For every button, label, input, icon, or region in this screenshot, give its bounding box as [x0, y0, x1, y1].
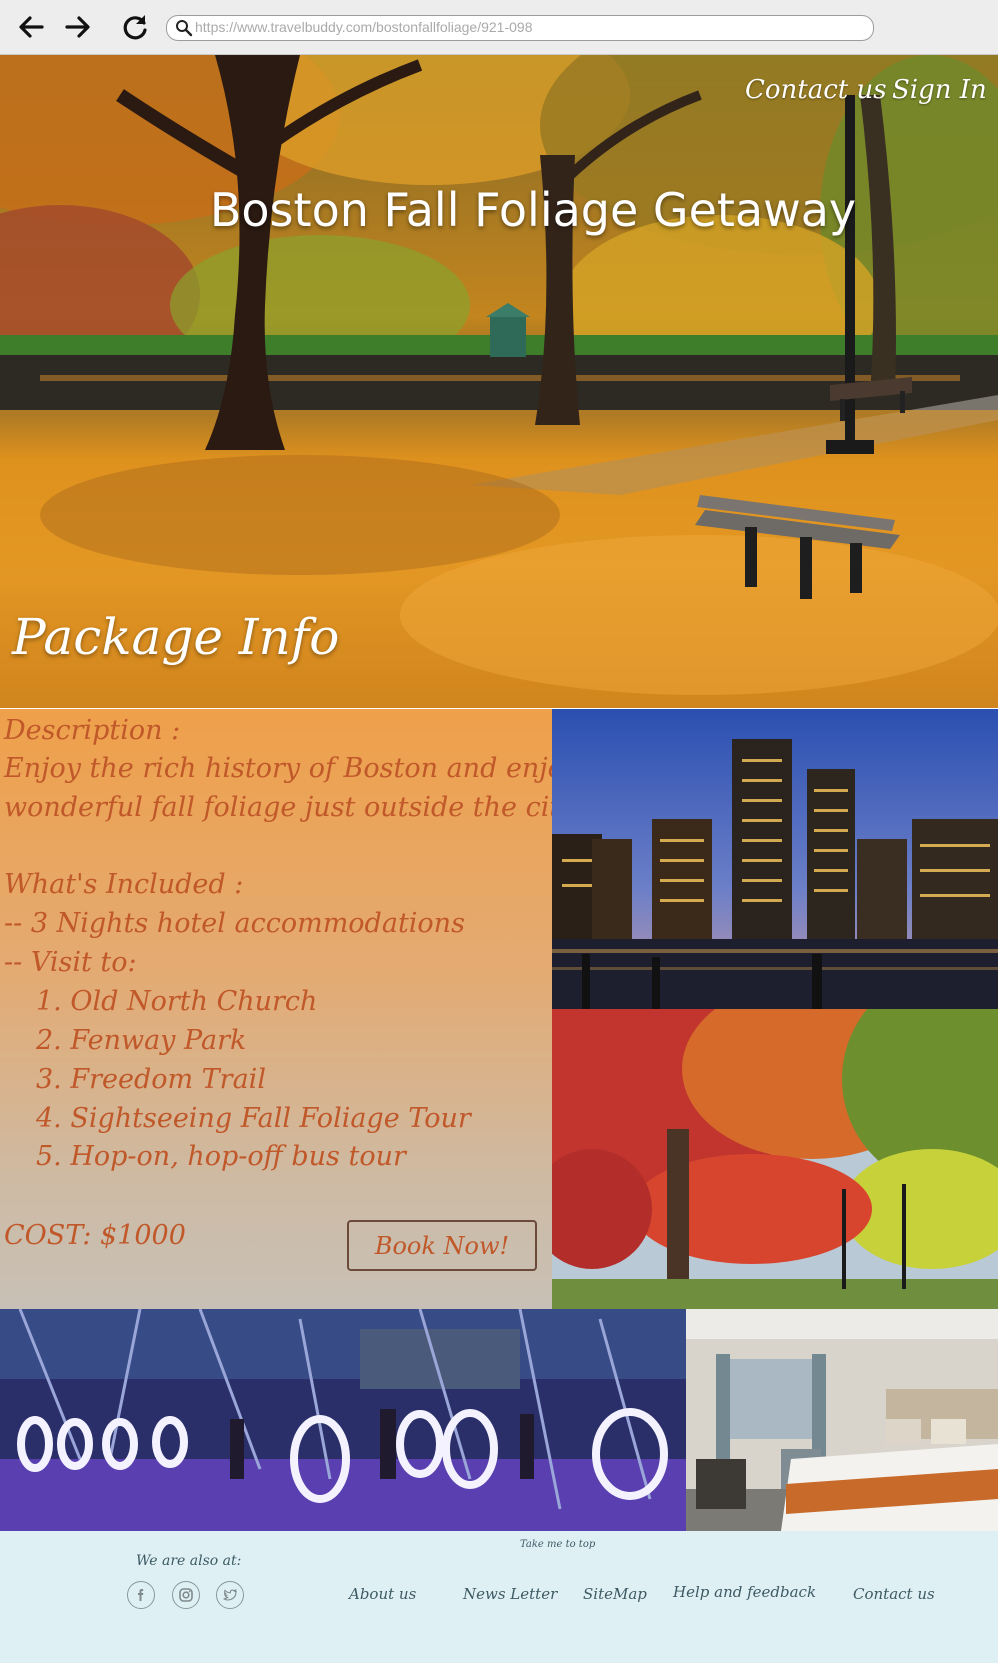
sign-in-link[interactable]: Sign In: [892, 75, 987, 105]
hotel-room-photo: [686, 1309, 998, 1531]
section-heading: Package Info: [12, 608, 340, 666]
included-heading: What's Included :: [4, 869, 244, 900]
address-bar[interactable]: https://www.travelbuddy.com/bostonfallfo…: [166, 15, 874, 41]
footer: Take me to top We are also at: About us …: [0, 1531, 998, 1663]
cost-label: COST: $1000: [4, 1220, 186, 1251]
description-heading: Description :: [4, 715, 181, 746]
description-text: wonderful fall foliage just outside the …: [4, 792, 576, 823]
browser-toolbar: https://www.travelbuddy.com/bostonfallfo…: [0, 0, 998, 55]
reload-icon[interactable]: [118, 10, 152, 44]
back-arrow-icon[interactable]: [14, 10, 48, 44]
back-to-top-link[interactable]: Take me to top: [520, 1539, 595, 1550]
included-item: -- 3 Nights hotel accommodations: [4, 908, 465, 939]
visit-item: 5. Hop-on, hop-off bus tour: [36, 1141, 406, 1172]
twitter-icon[interactable]: [216, 1581, 244, 1609]
social-heading: We are also at:: [136, 1553, 242, 1569]
instagram-icon[interactable]: [172, 1581, 200, 1609]
hero-banner: Contact us Sign In Boston Fall Foliage G…: [0, 55, 998, 708]
footer-link-sitemap[interactable]: SiteMap: [583, 1585, 647, 1603]
book-now-button[interactable]: Book Now!: [347, 1220, 537, 1271]
footer-link-newsletter[interactable]: News Letter: [463, 1585, 557, 1603]
url-text[interactable]: https://www.travelbuddy.com/bostonfallfo…: [195, 19, 533, 35]
visit-item: 2. Fenway Park: [36, 1025, 247, 1056]
included-item: -- Visit to:: [4, 947, 137, 978]
footer-link-contact[interactable]: Contact us: [853, 1585, 935, 1603]
search-icon: [176, 20, 193, 37]
footer-link-help[interactable]: Help and feedback: [673, 1583, 816, 1601]
boston-skyline-photo: [552, 709, 998, 1009]
footer-link-about[interactable]: About us: [349, 1585, 416, 1603]
contact-us-link[interactable]: Contact us: [745, 75, 887, 105]
forward-arrow-icon[interactable]: [61, 10, 95, 44]
description-text: Enjoy the rich history of Boston and enj…: [4, 753, 632, 784]
light-swings-photo: [0, 1309, 686, 1531]
visit-item: 4. Sightseeing Fall Foliage Tour: [36, 1103, 471, 1134]
fall-trees-photo: [552, 1009, 998, 1309]
visit-item: 3. Freedom Trail: [36, 1064, 266, 1095]
facebook-icon[interactable]: [127, 1581, 155, 1609]
visit-item: 1. Old North Church: [36, 986, 318, 1017]
page-title: Boston Fall Foliage Getaway: [209, 183, 857, 237]
package-info-panel: Description : Enjoy the rich history of …: [0, 709, 632, 1309]
